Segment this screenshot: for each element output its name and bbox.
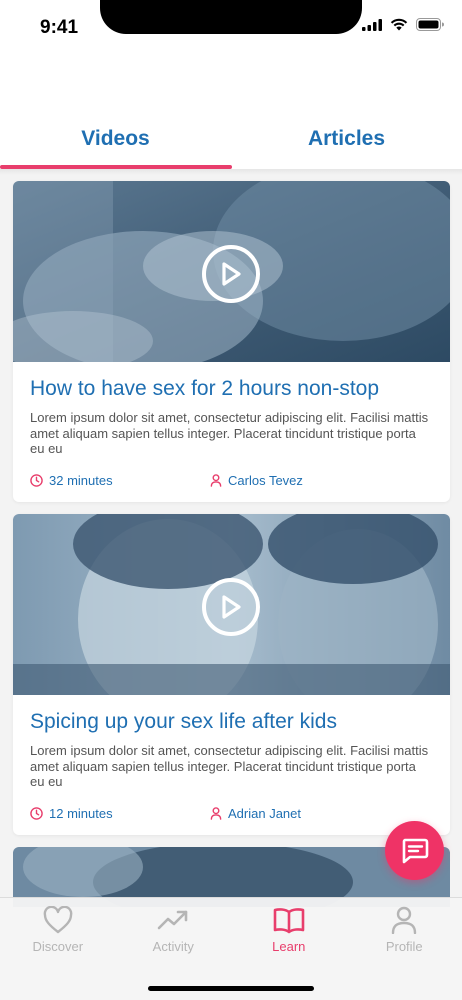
tabbar-label: Profile [385, 939, 423, 954]
video-thumbnail[interactable] [13, 181, 450, 362]
card-description: Lorem ipsum dolor sit amet, consectetur … [30, 410, 429, 456]
tabbar-item-profile[interactable]: Profile [347, 906, 462, 954]
card-title[interactable]: Spicing up your sex life after kids [30, 709, 433, 735]
clock-icon [30, 807, 43, 820]
play-button[interactable] [202, 578, 260, 636]
person-icon [210, 474, 222, 487]
card-body: How to have sex for 2 hours non-stop Lor… [13, 362, 450, 502]
card-title[interactable]: How to have sex for 2 hours non-stop [30, 376, 433, 402]
author-name: Adrian Janet [228, 806, 301, 821]
video-card[interactable]: Spicing up your sex life after kids Lore… [13, 514, 450, 835]
home-indicator [148, 986, 314, 991]
tabbar-label: Discover [32, 939, 84, 954]
video-feed: How to have sex for 2 hours non-stop Lor… [13, 181, 450, 907]
duration: 32 minutes [30, 473, 113, 488]
tabs-divider [0, 169, 462, 175]
tabbar-label: Activity [152, 939, 194, 954]
play-icon [222, 595, 241, 619]
author-name: Carlos Tevez [228, 473, 303, 488]
clock-icon [30, 474, 43, 487]
tabbar-label: Learn [272, 939, 306, 954]
duration-label: 12 minutes [49, 806, 113, 821]
person-icon [392, 906, 417, 934]
tab-videos[interactable]: Videos [0, 110, 231, 168]
card-meta: 12 minutes Adrian Janet [30, 806, 433, 821]
duration: 12 minutes [30, 806, 113, 821]
author: Carlos Tevez [210, 473, 303, 488]
status-icons [362, 18, 444, 31]
duration-label: 32 minutes [49, 473, 113, 488]
content-tabs: Videos Articles [0, 110, 462, 168]
card-description: Lorem ipsum dolor sit amet, consectetur … [30, 743, 429, 789]
play-button[interactable] [202, 245, 260, 303]
card-body: Spicing up your sex life after kids Lore… [13, 695, 450, 835]
tabbar-item-activity[interactable]: Activity [116, 906, 232, 954]
tabbar-item-discover[interactable]: Discover [0, 906, 116, 954]
heart-icon [43, 906, 73, 934]
tabbar-item-learn[interactable]: Learn [231, 906, 347, 954]
tab-articles[interactable]: Articles [231, 110, 462, 168]
person-icon [210, 807, 222, 820]
chat-button[interactable] [385, 821, 444, 880]
video-card[interactable]: How to have sex for 2 hours non-stop Lor… [13, 181, 450, 502]
author: Adrian Janet [210, 806, 301, 821]
wifi-icon [390, 18, 408, 31]
trending-up-icon [157, 910, 188, 930]
bottom-tab-bar: Discover Activity Learn Profile [0, 897, 462, 1000]
play-icon [222, 262, 241, 286]
book-open-icon [273, 908, 305, 934]
status-time: 9:41 [40, 17, 79, 38]
chat-icon [402, 838, 428, 863]
battery-icon [416, 18, 444, 31]
cellular-signal-icon [362, 18, 382, 31]
video-thumbnail[interactable] [13, 514, 450, 695]
device-notch [100, 0, 362, 34]
card-meta: 32 minutes Carlos Tevez [30, 473, 433, 488]
status-bar: 9:41 [0, 0, 462, 56]
